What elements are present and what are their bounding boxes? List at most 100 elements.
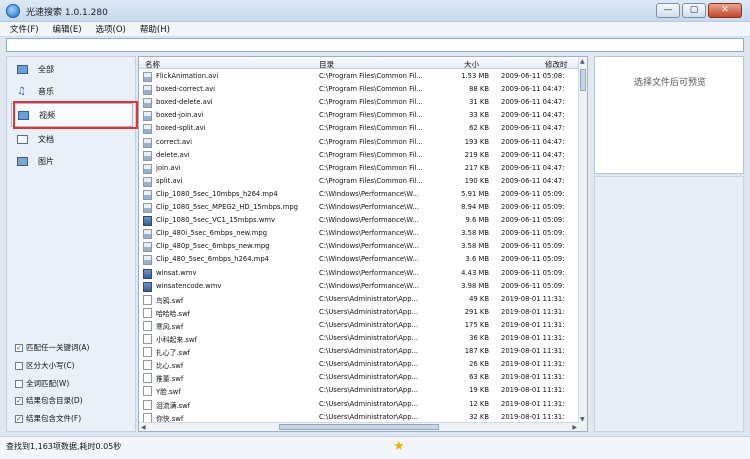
checkbox[interactable]	[15, 361, 23, 370]
file-size: 9.6 MB	[465, 216, 490, 225]
menu-bar: 文件(F) 编辑(E) 选项(O) 帮助(H)	[0, 22, 750, 37]
file-modified: 2009-06-11 04:47:	[501, 163, 565, 172]
table-row[interactable]: winsat.wmv C:\Windows\Performance\W... 4.4…	[139, 266, 579, 279]
table-row[interactable]: boxed-correct.avi C:\Program Files\Common…	[139, 82, 579, 96]
file-modified: 2009-06-11 05:09:	[501, 189, 565, 198]
file-directory: C:\Users\Administrator\App...	[319, 360, 419, 369]
menu-edit[interactable]: 编辑(E)	[53, 23, 82, 35]
file-icon	[143, 347, 152, 358]
table-row[interactable]: 寒风.swf C:\Users\Administrator\App... 175 K…	[139, 318, 579, 331]
file-icon	[143, 255, 152, 266]
file-modified: 2009-06-11 05:09:	[501, 281, 565, 290]
table-row[interactable]: boxed-split.avi C:\Program Files\Common F…	[139, 121, 579, 135]
star-icon[interactable]: ★	[393, 439, 405, 454]
file-modified: 2019-08-01 11:31:	[501, 294, 565, 303]
category-all[interactable]: 全部	[11, 57, 133, 81]
menu-options[interactable]: 选项(O)	[96, 23, 126, 35]
maximize-button[interactable]: ▢	[682, 3, 706, 18]
table-row[interactable]: Clip_480i_5sec_6mbps_new.mpg C:\Windows\P…	[139, 226, 579, 240]
file-modified: 2009-06-11 05:09:	[501, 216, 565, 225]
highlight-box	[13, 101, 138, 129]
file-modified: 2019-08-01 11:31:	[501, 399, 565, 408]
category-label: 图片	[38, 156, 54, 166]
table-row[interactable]: 比心.swf C:\Users\Administrator\App... 26 KB…	[139, 357, 579, 371]
table-row[interactable]: Clip_1080_5sec_VC1_15mbps.wmv C:\Windows\…	[139, 213, 579, 227]
horizontal-scrollbar[interactable]: ◀ ▶	[139, 422, 579, 431]
table-row[interactable]: split.avi C:\Program Files\Common Fil... 1…	[139, 174, 579, 187]
category-document[interactable]: 文档	[11, 127, 133, 151]
file-icon	[143, 111, 152, 122]
file-modified: 2019-08-01 11:31:	[501, 412, 565, 421]
option-label: 结果包含目录(D)	[26, 396, 83, 405]
category-music[interactable]: ♫ 音乐	[11, 79, 133, 103]
table-row[interactable]: Clip_1080_5sec_10mbps_h264.mp4 C:\Windows…	[139, 187, 579, 200]
table-row[interactable]: 鸟鸦.swf C:\Users\Administrator\App... 49 KB…	[139, 292, 579, 305]
file-icon	[143, 85, 152, 96]
search-input[interactable]	[6, 38, 744, 52]
file-modified: 2009-06-11 05:09:	[501, 242, 565, 251]
minimize-button[interactable]: —	[656, 3, 680, 18]
checkbox[interactable]: ✓	[15, 343, 23, 352]
category-label: 全部	[38, 64, 54, 74]
table-row[interactable]: Clip_1080_5sec_MPEG2_HD_15mbps.mpg C:\Win…	[139, 200, 579, 213]
file-directory: C:\Windows\Performance\W...	[319, 281, 419, 290]
file-name: winsat.wmv	[156, 268, 197, 277]
table-row[interactable]: winsatencode.wmv C:\Windows\Performance\W…	[139, 279, 579, 292]
file-directory: C:\Users\Administrator\App...	[319, 373, 419, 382]
file-size: 217 KB	[464, 163, 489, 172]
table-row[interactable]: 泪流满.swf C:\Users\Administrator\App... 12 K…	[139, 397, 579, 410]
checkbox[interactable]	[15, 379, 23, 388]
vertical-scrollbar[interactable]: ▲ ▼	[578, 57, 587, 431]
file-size: 219 KB	[464, 150, 489, 159]
table-row[interactable]: boxed-delete.avi C:\Program Files\Common …	[139, 95, 579, 109]
file-modified: 2009-06-11 04:47:	[501, 150, 565, 159]
table-row[interactable]: FlickAnimation.avi C:\Program Files\Commo…	[139, 69, 579, 82]
table-row[interactable]: boxed-join.avi C:\Program Files\Common Fi…	[139, 108, 579, 122]
file-icon	[143, 176, 152, 187]
table-row[interactable]: join.avi C:\Program Files\Common Fil... 21…	[139, 161, 579, 174]
table-row[interactable]: 你快.swf C:\Users\Administrator\App... 32 KB…	[139, 410, 579, 423]
file-directory: C:\Windows\Performance\W...	[319, 189, 419, 198]
table-row[interactable]: 哈哈哈.swf C:\Users\Administrator\App... 291 …	[139, 305, 579, 318]
category-pane: 全部 ♫ 音乐 视频 文档 图片 ✓ 匹配任一关键词(A) 区分大小写(C) 全…	[6, 56, 138, 432]
close-button[interactable]: ✕	[708, 3, 742, 18]
option-case-sensitive[interactable]: 区分大小写(C)	[15, 360, 75, 371]
file-modified: 2009-06-11 05:09:	[501, 203, 565, 211]
table-row[interactable]: correct.avi C:\Program Files\Common Fil..…	[139, 135, 579, 148]
preview-empty-area	[594, 176, 744, 432]
table-row[interactable]: 小科起来.swf C:\Users\Administrator\App... 36 …	[139, 331, 579, 344]
table-row[interactable]: delete.avi C:\Program Files\Common Fil...…	[139, 148, 579, 161]
table-row[interactable]: 扎心了.swf C:\Users\Administrator\App... 187 …	[139, 344, 579, 358]
file-size: 3.58 MB	[461, 242, 489, 251]
file-modified: 2009-06-11 04:47:	[501, 137, 565, 146]
all-icon	[17, 64, 28, 74]
preview-placeholder: 选择文件后可预览	[633, 78, 706, 88]
file-name: 哈哈哈.swf	[156, 309, 191, 318]
file-size: 26 KB	[469, 360, 489, 369]
table-row[interactable]: Clip_480p_5sec_6mbps_new.mpg C:\Windows\P…	[139, 239, 579, 253]
table-row[interactable]: 推董.swf C:\Users\Administrator\App... 63 KB…	[139, 370, 579, 384]
option-include-dirs[interactable]: ✓ 结果包含目录(D)	[15, 395, 83, 406]
file-directory: C:\Users\Administrator\App...	[319, 307, 419, 316]
option-match-any[interactable]: ✓ 匹配任一关键词(A)	[15, 342, 89, 353]
table-row[interactable]: Y脸.swf C:\Users\Administrator\App... 19 KB…	[139, 383, 579, 397]
option-include-files[interactable]: ✓ 结果包含文件(F)	[15, 413, 81, 424]
file-icon	[143, 386, 152, 397]
checkbox[interactable]: ✓	[15, 396, 23, 405]
file-directory: C:\Windows\Performance\W...	[319, 255, 419, 264]
file-icon	[143, 373, 152, 384]
menu-help[interactable]: 帮助(H)	[140, 23, 170, 35]
scroll-thumb[interactable]	[580, 69, 586, 91]
file-name: boxed-delete.avi	[156, 98, 213, 107]
file-directory: C:\Program Files\Common Fil...	[319, 137, 423, 146]
category-picture[interactable]: 图片	[11, 149, 133, 173]
file-icon	[143, 399, 152, 410]
checkbox[interactable]: ✓	[15, 414, 23, 423]
scroll-thumb[interactable]	[279, 424, 439, 430]
option-whole-word[interactable]: 全词匹配(W)	[15, 378, 69, 389]
table-row[interactable]: Clip_480_5sec_6mbps_h264.mp4 C:\Windows\P…	[139, 252, 579, 266]
file-modified: 2019-08-01 11:31:	[501, 347, 565, 356]
menu-file[interactable]: 文件(F)	[10, 23, 39, 35]
picture-icon	[17, 156, 28, 166]
file-directory: C:\Program Files\Common Fil...	[319, 163, 423, 172]
